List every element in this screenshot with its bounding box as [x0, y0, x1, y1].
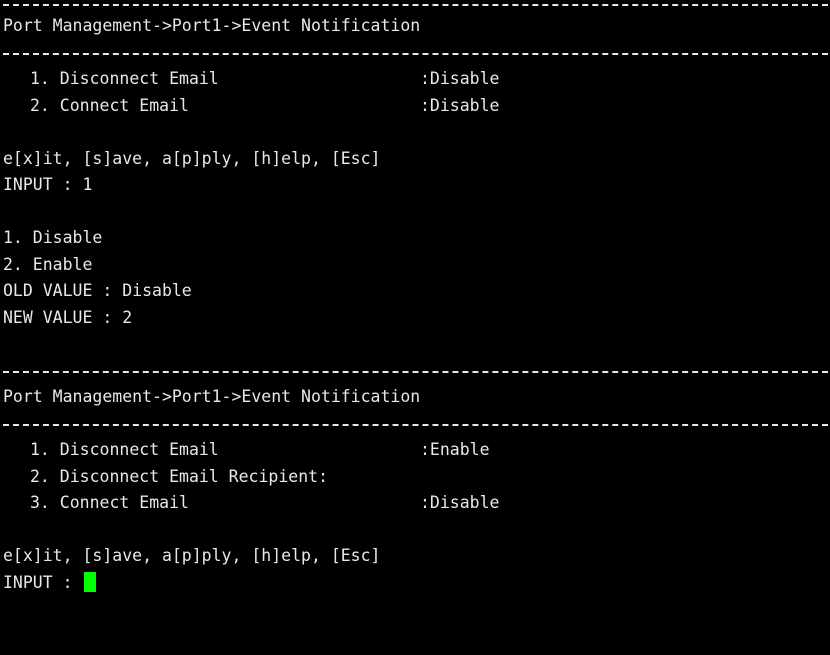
menu-item-label: 2. Connect Email	[30, 95, 189, 115]
menu-item-connect-email: 3. Connect Email :Disable	[3, 490, 830, 517]
separator-line	[3, 358, 830, 385]
input-prompt: INPUT :	[3, 572, 83, 592]
menu-item-value: :Enable	[420, 440, 490, 459]
old-value-line: OLD VALUE : Disable	[3, 281, 192, 300]
menu-item-value: :Disable	[420, 69, 500, 88]
terminal-window[interactable]: Port Management->Port1->Event Notificati…	[0, 0, 830, 655]
separator-line	[3, 40, 830, 67]
command-hint: e[x]it, [s]ave, a[p]ply, [h]elp, [Esc]	[3, 546, 381, 565]
menu-item-value: :Disable	[420, 95, 500, 115]
separator-line	[3, 411, 830, 438]
menu-item-label: 3. Connect Email	[30, 493, 189, 512]
input-prompt: INPUT : 1	[3, 175, 93, 194]
menu-item-label: 1. Disconnect Email	[30, 440, 219, 459]
menu-item-connect-email: 2. Connect Email :Disable	[3, 93, 830, 120]
new-value-line: NEW VALUE : 2	[3, 307, 133, 327]
menu-title: Port Management->Port1->Event Notificati…	[3, 387, 421, 406]
option-disable: 1. Disable	[3, 228, 103, 247]
menu-item-disconnect-email: 1. Disconnect Email :Disable	[3, 66, 830, 93]
menu-item-label: 2. Disconnect Email Recipient:	[30, 466, 329, 486]
menu-item-disconnect-email: 1. Disconnect Email :Enable	[3, 437, 830, 464]
input-line[interactable]: INPUT :	[3, 570, 830, 597]
menu-item-value: :Disable	[420, 493, 500, 512]
command-hint: e[x]it, [s]ave, a[p]ply, [h]elp, [Esc]	[3, 148, 381, 168]
separator-line	[3, 0, 830, 13]
option-enable: 2. Enable	[3, 254, 93, 274]
text-cursor[interactable]	[84, 571, 97, 592]
menu-item-label: 1. Disconnect Email	[30, 69, 219, 88]
menu-item-disconnect-email-recipient: 2. Disconnect Email Recipient:	[3, 464, 830, 491]
menu-title: Port Management->Port1->Event Notificati…	[3, 16, 421, 35]
